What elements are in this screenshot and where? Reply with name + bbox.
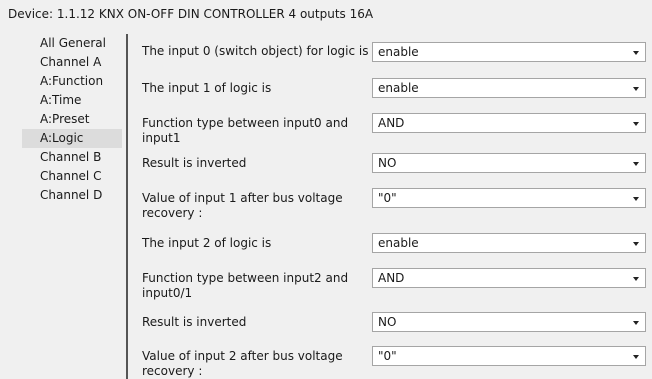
parameter-label: The input 1 of logic is bbox=[142, 81, 272, 95]
result-inverted-2-dropdown[interactable]: NO bbox=[372, 312, 646, 332]
dropdown-value: enable bbox=[378, 81, 419, 95]
sidebar-item-label: A:Preset bbox=[40, 112, 90, 126]
sidebar-item-label: All General bbox=[40, 36, 106, 50]
parameter-label: The input 0 (switch object) for logic is bbox=[142, 44, 369, 58]
dropdown-value: "0" bbox=[378, 349, 397, 363]
input0-logic-dropdown[interactable]: enable bbox=[372, 42, 646, 62]
parameter-label: The input 2 of logic is bbox=[142, 236, 272, 250]
sidebar-item-a-function[interactable]: A:Function bbox=[22, 72, 122, 91]
result-inverted-dropdown[interactable]: NO bbox=[372, 153, 646, 173]
input2-recovery-dropdown[interactable]: "0" bbox=[372, 346, 646, 366]
sidebar-item-channel-a[interactable]: Channel A bbox=[22, 53, 122, 72]
parameter-label: Value of input 2 after bus voltage recov… bbox=[142, 349, 343, 378]
chevron-down-icon bbox=[633, 197, 639, 201]
sidebar-item-a-preset[interactable]: A:Preset bbox=[22, 110, 122, 129]
parameter-label: Function type between input0 and input1 bbox=[142, 116, 349, 145]
parameter-label: Value of input 1 after bus voltage recov… bbox=[142, 191, 343, 220]
parameter-label: Function type between input2 and input0/… bbox=[142, 271, 349, 300]
parameter-label: Result is inverted bbox=[142, 156, 247, 170]
sidebar: All General Channel A A:Function A:Time … bbox=[22, 34, 122, 205]
sidebar-item-all-general[interactable]: All General bbox=[22, 34, 122, 53]
dropdown-value: NO bbox=[378, 156, 397, 170]
chevron-down-icon bbox=[633, 122, 639, 126]
chevron-down-icon bbox=[633, 162, 639, 166]
sidebar-item-label: A:Time bbox=[40, 93, 82, 107]
sidebar-item-channel-b[interactable]: Channel B bbox=[22, 148, 122, 167]
dropdown-value: "0" bbox=[378, 191, 397, 205]
parameter-label: Result is inverted bbox=[142, 315, 247, 329]
sidebar-item-label: Channel B bbox=[40, 150, 102, 164]
input1-recovery-dropdown[interactable]: "0" bbox=[372, 188, 646, 208]
sidebar-item-a-time[interactable]: A:Time bbox=[22, 91, 122, 110]
dropdown-value: NO bbox=[378, 315, 397, 329]
input1-logic-dropdown[interactable]: enable bbox=[372, 78, 646, 98]
sidebar-item-label: A:Logic bbox=[40, 131, 84, 145]
chevron-down-icon bbox=[633, 242, 639, 246]
chevron-down-icon bbox=[633, 321, 639, 325]
function-type-2-dropdown[interactable]: AND bbox=[372, 268, 646, 288]
chevron-down-icon bbox=[633, 51, 639, 55]
dropdown-value: enable bbox=[378, 236, 419, 250]
panel-divider bbox=[126, 34, 128, 379]
sidebar-item-channel-d[interactable]: Channel D bbox=[22, 186, 122, 205]
input2-logic-dropdown[interactable]: enable bbox=[372, 233, 646, 253]
window-title: Device: 1.1.12 KNX ON-OFF DIN CONTROLLER… bbox=[8, 7, 374, 21]
chevron-down-icon bbox=[633, 355, 639, 359]
sidebar-item-a-logic[interactable]: A:Logic bbox=[22, 129, 122, 148]
chevron-down-icon bbox=[633, 277, 639, 281]
sidebar-item-label: Channel A bbox=[40, 55, 102, 69]
sidebar-item-label: Channel C bbox=[40, 169, 102, 183]
dropdown-value: AND bbox=[378, 271, 405, 285]
dropdown-value: enable bbox=[378, 45, 419, 59]
dropdown-value: AND bbox=[378, 116, 405, 130]
sidebar-item-channel-c[interactable]: Channel C bbox=[22, 167, 122, 186]
function-type-01-dropdown[interactable]: AND bbox=[372, 113, 646, 133]
chevron-down-icon bbox=[633, 87, 639, 91]
sidebar-item-label: A:Function bbox=[40, 74, 104, 88]
sidebar-item-label: Channel D bbox=[40, 188, 103, 202]
